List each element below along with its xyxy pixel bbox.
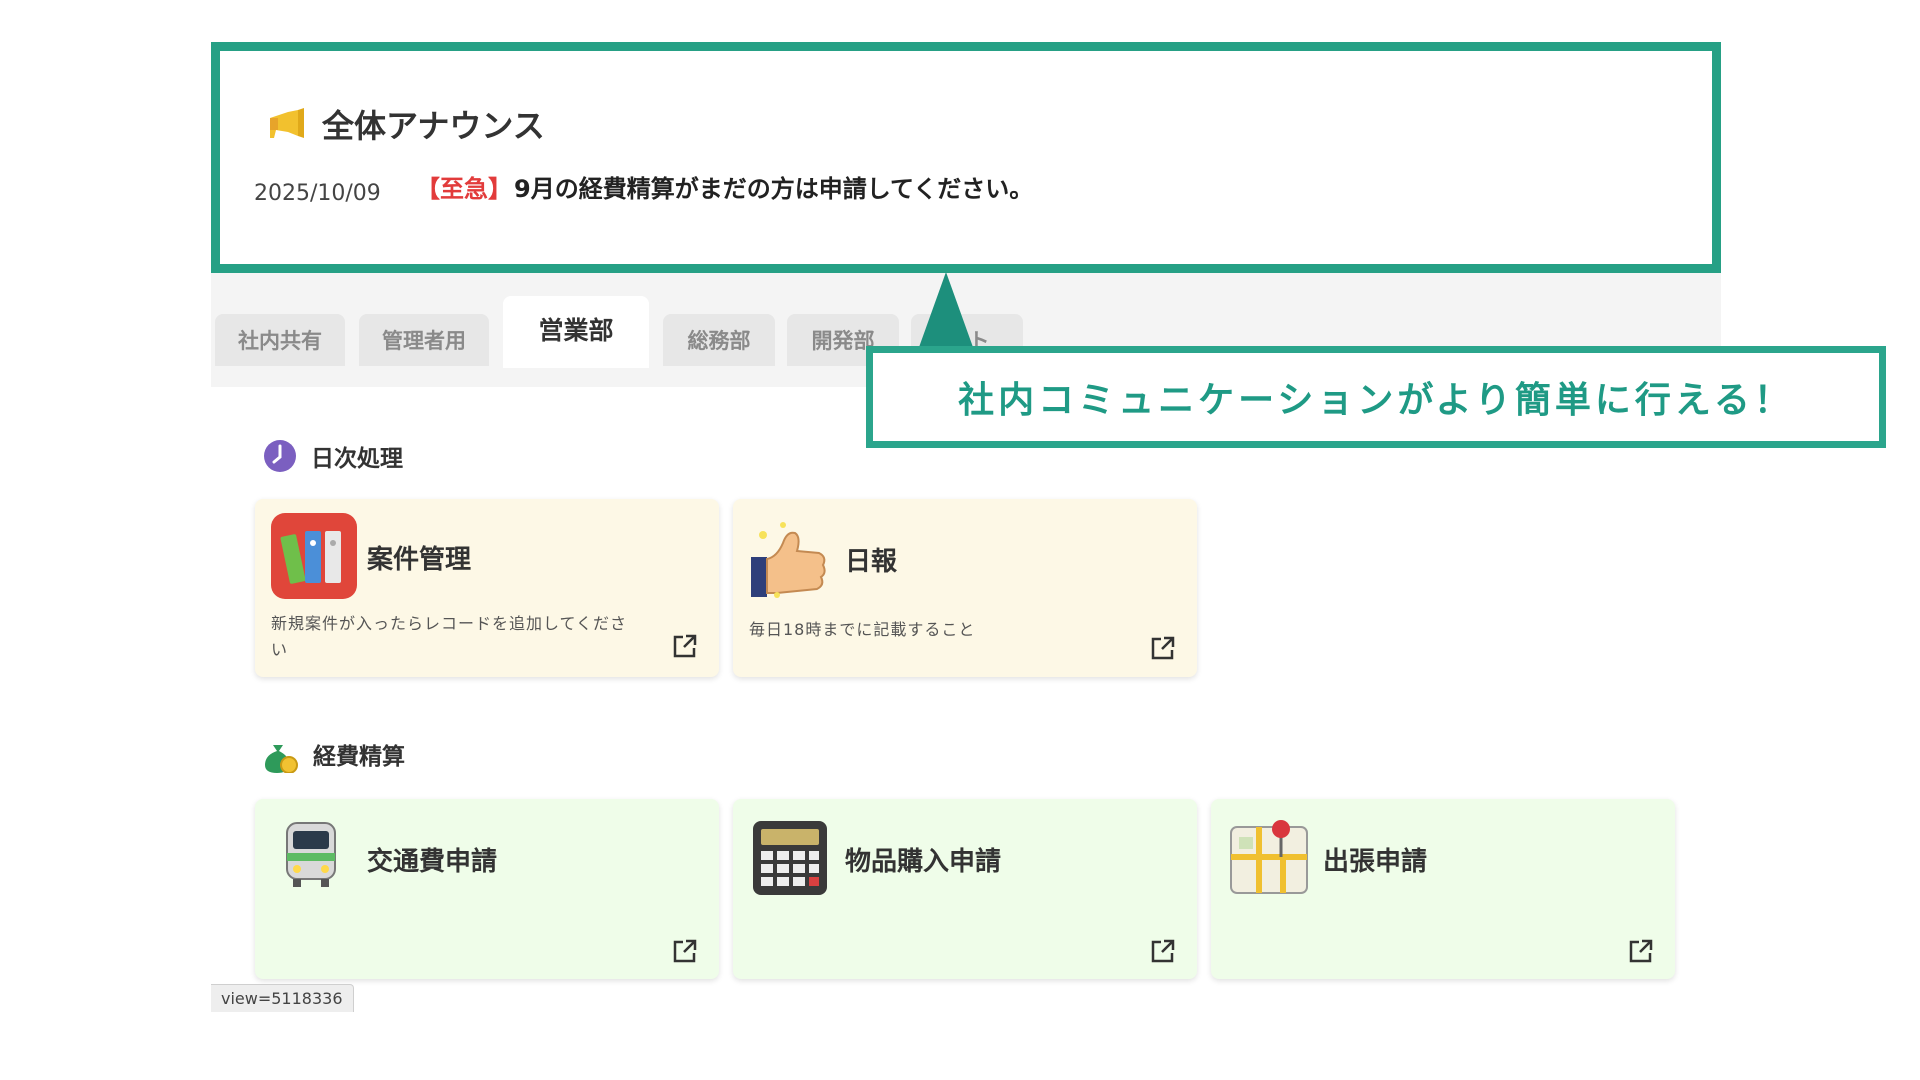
status-bar-url: view=5118336	[211, 984, 354, 1012]
section-title-expense: 経費精算	[263, 735, 405, 773]
card-title: 物品購入申請	[845, 847, 1002, 877]
section-title-text: 日次処理	[311, 446, 403, 472]
tab-label: 管理者用	[382, 329, 466, 353]
section-title-text: 経費精算	[313, 744, 405, 770]
card-description-line: 新規案件が入ったらレコードを追加してくださ	[271, 614, 628, 633]
card-title: 交通費申請	[367, 847, 498, 877]
tab-label: 営業部	[538, 316, 614, 345]
megaphone-icon	[270, 108, 304, 138]
external-link-icon[interactable]	[671, 937, 699, 965]
tab-label: 社内共有	[238, 329, 322, 353]
announcement-message[interactable]: 9月の経費精算がまだの方は申請してください。	[514, 169, 1033, 204]
binders-icon	[271, 513, 357, 599]
money-bag-icon	[265, 745, 298, 773]
tab-somu[interactable]: 総務部	[663, 314, 775, 366]
card-description: 新規案件が入ったらレコードを追加してくださ い	[271, 611, 627, 663]
card-buppin-konyu[interactable]: 物品購入申請	[733, 799, 1197, 979]
tab-label: 総務部	[687, 329, 751, 353]
train-icon	[286, 822, 336, 887]
card-anken-kanri[interactable]: 案件管理 新規案件が入ったらレコードを追加してくださ い	[255, 499, 719, 677]
urgent-tag: 【至急】	[416, 175, 512, 203]
tab-kanrisha[interactable]: 管理者用	[359, 314, 489, 366]
announcement-date: 2025/10/09	[254, 181, 381, 206]
card-title: 出張申請	[1323, 847, 1428, 877]
tab-content: 日次処理 案件管理 新規案件が入ったらレコードを追加してくださ い 日報 毎日1…	[211, 387, 1721, 1012]
external-link-icon[interactable]	[1627, 937, 1655, 965]
clock-icon	[264, 440, 296, 472]
callout-text: 社内コミュニケーションがより簡単に行える！	[958, 380, 1794, 421]
card-shutcho[interactable]: 出張申請	[1211, 799, 1675, 979]
section-title-daily: 日次処理	[263, 439, 403, 473]
announcement-header: 全体アナウンス	[268, 101, 545, 147]
calculator-icon	[753, 821, 827, 895]
external-link-icon[interactable]	[1149, 937, 1177, 965]
external-link-icon[interactable]	[1149, 634, 1177, 662]
callout-box: 社内コミュニケーションがより簡単に行える！	[866, 346, 1886, 448]
announcement-title: 全体アナウンス	[322, 107, 545, 145]
card-kotsuhi[interactable]: 交通費申請	[255, 799, 719, 979]
external-link-icon[interactable]	[671, 632, 699, 660]
card-title: 日報	[845, 547, 898, 577]
tab-eigyo[interactable]: 営業部	[503, 296, 649, 368]
map-pin-icon	[1230, 820, 1308, 894]
callout-pointer	[918, 272, 974, 350]
card-nippo[interactable]: 日報 毎日18時までに記載すること	[733, 499, 1197, 677]
card-description-line: い	[271, 640, 289, 659]
announcement-panel: 全体アナウンス 2025/10/09 【至急】 9月の経費精算がまだの方は申請し…	[211, 42, 1721, 273]
tab-shanai-kyoyu[interactable]: 社内共有	[215, 314, 345, 366]
card-description: 毎日18時までに記載すること	[749, 620, 976, 639]
card-title: 案件管理	[367, 545, 472, 575]
thumbs-up-icon	[751, 522, 826, 598]
